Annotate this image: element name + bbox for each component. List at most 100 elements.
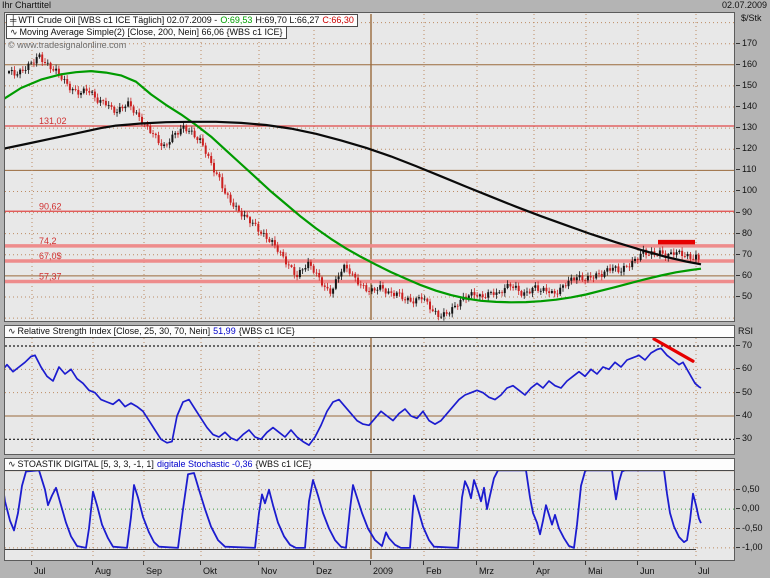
price-axis-label: 140 [736,101,757,111]
stoch-axis-label: -1,00 [736,542,763,552]
ma-label: Moving Average Simple(2) [Close, 200, Ne… [19,27,283,37]
rsi-trendline[interactable] [652,337,695,363]
candle-body [44,62,46,63]
value-axis: 170 160 150 140 130 120 110 100 90 80 70 60 50 70 60 50… [735,0,770,578]
candle-body [138,112,141,117]
tick-mark [736,392,740,394]
rsi-plot[interactable] [5,326,734,454]
candle-body [132,106,135,113]
candle-body [179,128,182,135]
candle-body [312,265,315,273]
price-chart-plot[interactable]: 131,02 90,62 74,2 67,0$ 57,37 [5,13,734,321]
candle-body [617,266,620,273]
stochastic-plot[interactable] [5,459,734,560]
candle-body [611,267,614,271]
candle-body [401,292,404,300]
tick-mark [736,43,740,45]
stochastic-legend[interactable]: ∿ STOASTIK DIGITAL [5, 3, 3, -1, 1] digita… [5,459,734,471]
candle-body [476,295,479,297]
candle-body [268,238,271,242]
candle-body [38,54,41,58]
stochastic-panel[interactable]: ∿ STOASTIK DIGITAL [5, 3, 3, -1, 1] digita… [4,458,735,561]
candle-body [578,275,581,278]
candle-body [670,252,672,254]
candle-body [415,298,418,304]
candle-body [689,254,692,259]
candle-body [434,310,437,312]
candle-body [514,285,517,288]
candle-body [149,126,152,134]
candle-body [550,291,553,293]
rsi-panel[interactable]: ∿ Relative Strength Index [Close, 25, 30,… [4,325,735,455]
price-panel[interactable]: ╪ WTI Crude Oil [WBS c1 ICE Täglich] 02.0… [4,12,735,322]
wave-icon: ∿ [10,27,18,37]
candle-body [534,285,537,288]
candle-body [420,297,423,300]
candle-body [71,89,74,91]
candle-body [237,205,240,211]
month-label: Okt [203,566,218,576]
candle-body [359,284,362,286]
candle-body [279,251,282,253]
candle-body [606,268,609,272]
candle-body [235,205,238,207]
wave-icon: ∿ [8,459,16,469]
tick-mark [736,368,740,370]
candle-body [296,274,299,278]
candle-body [683,256,686,257]
candle-body [146,124,149,127]
candle-body [586,276,589,281]
candle-body [68,83,71,91]
candle-body [226,193,229,195]
candle-body [340,271,343,277]
candle-body [498,292,501,294]
candle-body [495,292,498,295]
month-label: Jul [34,566,46,576]
month-tick-mark [533,561,534,565]
candle-body [251,222,254,224]
candle-body [531,287,534,294]
candle-body [8,71,10,74]
candle-body [323,285,326,287]
candle-body [129,101,132,107]
candle-body [381,285,384,289]
title-bar: Ihr Charttitel 02.07.2009 [0,0,770,11]
candle-body [354,273,357,278]
tick-mark [736,190,740,192]
candle-body [448,313,451,315]
candle-body [409,297,412,302]
tick-mark [736,64,740,66]
price-axis-label: 120 [736,143,757,153]
stochastic-value: digitale Stochastic -0,36 [156,459,253,469]
candle-body [329,288,332,294]
ma-legend[interactable]: ∿ Moving Average Simple(2) [Close, 200, N… [6,26,287,39]
candle-body [537,285,540,291]
rsi-suffix: {WBS c1 ICE} [238,326,295,336]
candle-body [188,130,191,132]
candle-body [598,273,600,275]
candle-body [232,202,235,207]
candle-body [473,292,476,296]
price-axis-label: 150 [736,80,757,90]
candle-body [628,266,631,268]
candle-body [210,156,213,163]
candle-body [562,285,564,288]
candle-body [321,277,323,286]
candle-body [675,252,678,255]
tick-mark [736,438,740,440]
price-axis-label: 160 [736,59,757,69]
month-label: 2009 [373,566,394,576]
month-tick-mark [258,561,259,565]
rsi-legend[interactable]: ∿ Relative Strength Index [Close, 25, 30,… [5,326,734,338]
candle-body [595,273,598,279]
candle-body [686,254,689,257]
candle-body [545,287,548,292]
candle-body [46,62,49,64]
candle-body [218,173,221,178]
support-level-label: 57,37 [39,271,62,281]
candle-body [478,294,481,297]
candle-body [581,275,584,281]
rsi-value: 51,99 [213,326,236,336]
candle-body [326,286,329,289]
candle-body [55,68,58,71]
